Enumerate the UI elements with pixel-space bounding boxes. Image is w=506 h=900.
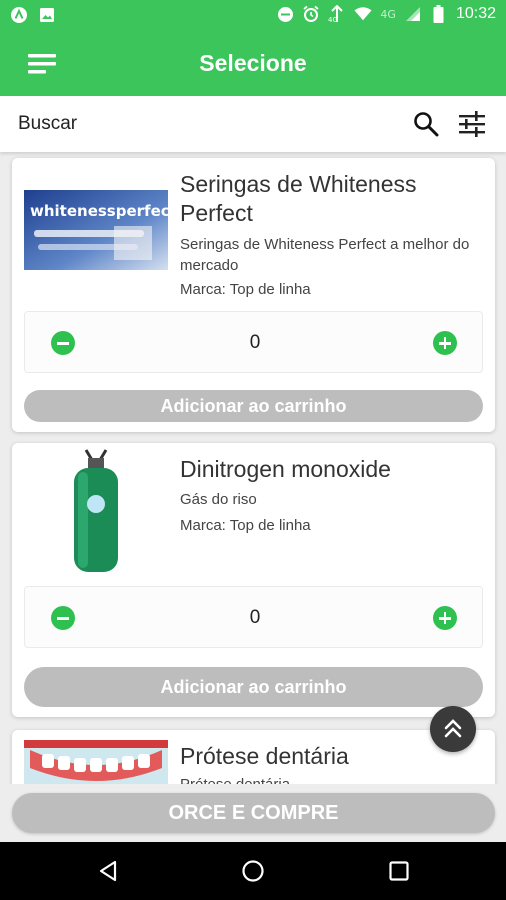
image-icon: [38, 6, 56, 24]
checkout-bar: ORCE E COMPRE: [0, 784, 506, 842]
increase-quantity-button[interactable]: [433, 606, 457, 630]
lte-icon: 4G: [328, 5, 346, 23]
quantity-stepper: 0: [24, 586, 483, 648]
decrease-quantity-button[interactable]: [51, 331, 75, 355]
home-icon[interactable]: [241, 859, 265, 883]
quantity-value: 0: [249, 607, 261, 628]
alarm-icon: [302, 5, 320, 23]
system-navigation-bar: [0, 842, 506, 900]
product-image: [24, 449, 168, 572]
app-bar: Selecione: [0, 32, 506, 96]
clock: 10:32: [455, 5, 496, 22]
filter-sliders-icon[interactable]: [456, 108, 488, 140]
scroll-to-top-button[interactable]: [430, 706, 476, 752]
product-title: Dinitrogen monoxide: [180, 456, 391, 482]
product-image: whitenessperfect: [24, 170, 168, 290]
quantity-stepper: 0: [24, 311, 483, 373]
quantity-value: 0: [249, 332, 261, 353]
add-to-cart-button[interactable]: Adicionar ao carrinho: [24, 667, 483, 707]
decrease-quantity-button[interactable]: [51, 606, 75, 630]
product-brand: Marca: Top de linha: [180, 517, 311, 534]
product-image: [24, 740, 168, 784]
app-notification-icon: [10, 6, 28, 24]
page-title: Selecione: [199, 50, 307, 76]
product-brand: Marca: Top de linha: [180, 281, 311, 298]
quote-and-buy-button[interactable]: ORCE E COMPRE: [12, 793, 495, 833]
product-description: Seringas de Whiteness Perfect a melhor d…: [180, 236, 470, 274]
do-not-disturb-icon: [276, 5, 294, 23]
search-icon[interactable]: [412, 110, 440, 138]
product-image-logo: whitenessperfect: [30, 202, 168, 220]
wifi-icon: [354, 5, 372, 23]
product-description: Prótese dentária: [180, 774, 480, 784]
increase-quantity-button[interactable]: [433, 331, 457, 355]
signal-icon: [404, 5, 422, 23]
recents-icon[interactable]: [387, 859, 411, 883]
svg-text:4G: 4G: [328, 16, 338, 23]
back-icon[interactable]: [96, 859, 120, 883]
battery-icon: [430, 5, 448, 23]
product-list[interactable]: whitenessperfect Seringas de Whiteness P…: [0, 152, 506, 784]
product-title: Seringas de Whiteness Perfect: [180, 171, 417, 226]
product-description: Gás do riso: [180, 491, 257, 508]
search-input[interactable]: [18, 108, 378, 140]
product-card: whitenessperfect Seringas de Whiteness P…: [12, 158, 495, 432]
double-chevron-up-icon: [444, 719, 462, 738]
network-type-label: 4G: [380, 7, 396, 21]
status-bar: 4G 4G 10:32: [0, 0, 506, 32]
search-bar: [0, 96, 506, 152]
add-to-cart-button[interactable]: Adicionar ao carrinho: [24, 390, 483, 422]
product-card: Prótese dentária Prótese dentária: [12, 730, 495, 784]
product-card: Dinitrogen monoxide Gás do riso Marca: T…: [12, 443, 495, 717]
